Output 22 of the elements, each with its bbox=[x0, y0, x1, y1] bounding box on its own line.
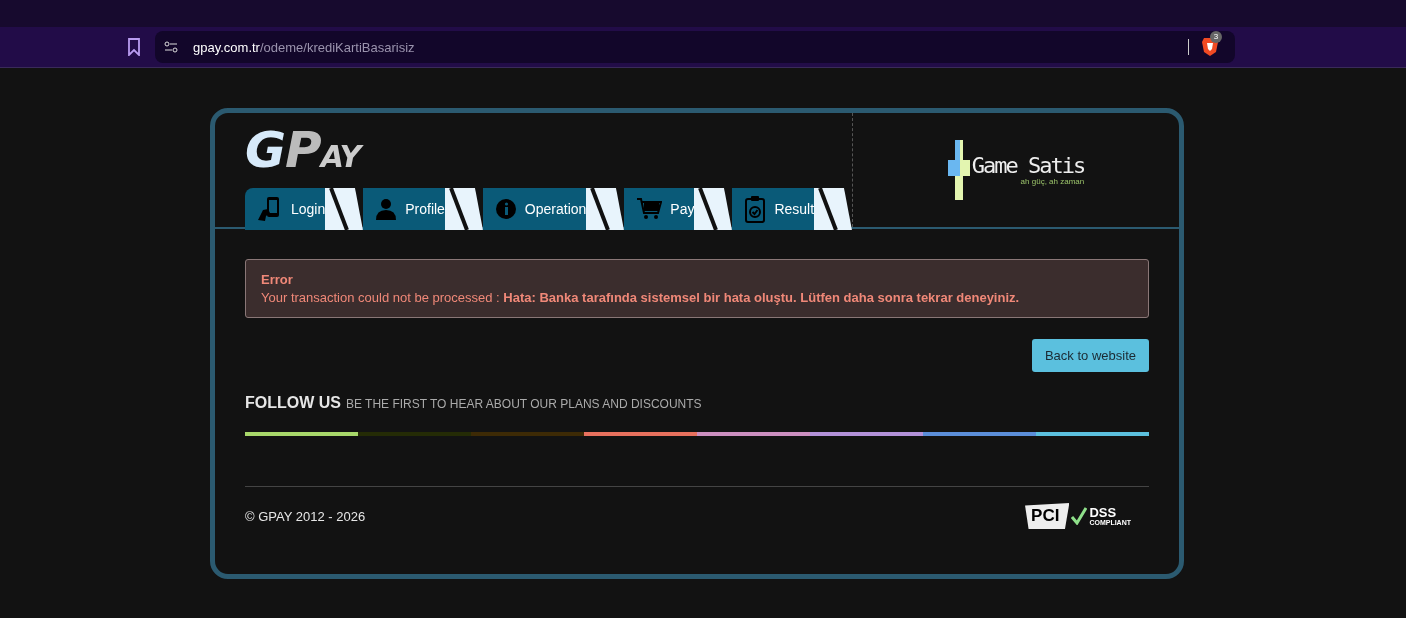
url-text: gpay.com.tr/odeme/krediKartiBasarisiz bbox=[193, 39, 415, 55]
bookmark-icon[interactable] bbox=[127, 38, 141, 56]
site-settings-icon[interactable] bbox=[164, 41, 178, 53]
cart-icon bbox=[636, 197, 663, 221]
clipboard-check-icon bbox=[744, 195, 767, 223]
merchant-logo: Game Satis ah güç, ah zaman bbox=[947, 140, 1085, 200]
person-icon bbox=[375, 198, 398, 220]
step-separator bbox=[814, 188, 852, 230]
alert-title: Error bbox=[261, 272, 294, 287]
alert-message: Your transaction could not be processed : Hata: Banka tarafında sistemsel bir hata oluştu. Lütfen daha sonra tekrar deneyiniz. bbox=[261, 290, 1021, 305]
step-separator bbox=[694, 188, 733, 230]
step-separator bbox=[444, 188, 483, 230]
follow-subtitle: BE THE FIRST TO HEAR ABOUT OUR PLANS AND DISCOUNTS bbox=[346, 397, 702, 411]
follow-title: FOLLOW US bbox=[245, 394, 341, 412]
back-to-website-button[interactable]: Back to website bbox=[1031, 339, 1149, 372]
info-icon bbox=[494, 198, 517, 220]
lion-shield-icon[interactable] bbox=[1201, 37, 1219, 57]
copyright-text: © GPAY 2012 - 2026 bbox=[245, 508, 366, 524]
count-badge: 3 bbox=[1210, 31, 1222, 43]
step-separator bbox=[325, 188, 364, 230]
address-bar[interactable]: gpay.com.tr/odeme/krediKartiBasarisiz 3 bbox=[155, 31, 1235, 63]
step-separator bbox=[586, 188, 625, 230]
